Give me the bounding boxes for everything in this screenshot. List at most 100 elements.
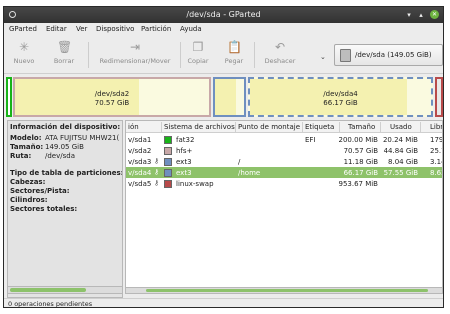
mountpoint-cell: / xyxy=(238,158,241,166)
table-row[interactable]: v/sda1 fat32 EFI 200.00 MiB 20.24 MiB 179.76 xyxy=(126,134,442,145)
minimize-icon[interactable]: ▾ xyxy=(405,11,413,19)
copy-label: Copiar xyxy=(187,57,209,65)
table-header: ión Sistema de archivos Punto de montaje… xyxy=(126,121,442,133)
toolbar: ✳ Nuevo 🗑 Borrar ⇥ Redimensionar/Mover ❐… xyxy=(4,36,443,74)
menu-gparted[interactable]: GParted xyxy=(9,25,37,33)
maximize-icon[interactable]: ▴ xyxy=(417,11,425,19)
new-button[interactable]: ✳ Nuevo xyxy=(10,38,38,72)
new-label: Nuevo xyxy=(13,57,35,65)
free-cell: 3.14 xyxy=(430,158,442,166)
key-icon: ⚷ xyxy=(154,168,160,176)
column-free[interactable]: Libr xyxy=(430,123,442,131)
undo-button[interactable]: ↶ Deshacer xyxy=(260,38,300,72)
info-panel-scrollbar[interactable] xyxy=(7,286,123,294)
delete-button[interactable]: 🗑 Borrar xyxy=(48,38,80,72)
menu-partition[interactable]: Partición xyxy=(141,25,171,33)
filesystem-color-swatch xyxy=(164,158,172,166)
partition-block-sda2[interactable]: /dev/sda2 70.57 GiB xyxy=(13,77,211,117)
column-used[interactable]: Usado xyxy=(390,123,412,131)
partition-block-sda3[interactable] xyxy=(213,77,246,117)
partition-block-name: /dev/sda4 xyxy=(323,90,358,98)
resize-icon: ⇥ xyxy=(129,40,141,54)
key-icon: ⚷ xyxy=(154,179,160,187)
size-cell: 70.57 GiB xyxy=(343,147,378,155)
column-label[interactable]: Etiqueta xyxy=(305,123,334,131)
table-row[interactable]: v/sda3 ext3 / 11.18 GiB 8.04 GiB 3.14 ⚷ xyxy=(126,156,442,167)
usage-fill xyxy=(215,79,236,115)
filesystem-cell: ext3 xyxy=(176,169,192,177)
model-label: Modelo: xyxy=(10,134,42,142)
resize-move-button[interactable]: ⇥ Redimensionar/Mover xyxy=(94,38,176,72)
table-type-label: Tipo de tabla de particiones: xyxy=(10,169,123,177)
paste-button[interactable]: 📋 Pegar xyxy=(220,38,248,72)
filesystem-cell: linux-swap xyxy=(176,180,214,188)
total-sectors-label: Sectores totales: xyxy=(10,205,78,213)
size-cell: 66.17 GiB xyxy=(343,169,378,177)
sectors-track-label: Sectores/Pista: xyxy=(10,187,70,195)
resize-label: Redimensionar/Mover xyxy=(99,57,171,65)
partition-map: /dev/sda2 70.57 GiB /dev/sda4 66.17 GiB xyxy=(6,76,443,118)
filesystem-color-swatch xyxy=(164,180,172,188)
heads-label: Cabezas: xyxy=(10,178,46,186)
partition-table: ión Sistema de archivos Punto de montaje… xyxy=(125,120,443,292)
toolbar-separator xyxy=(180,42,181,68)
pending-operations: 0 operaciones pendientes xyxy=(8,300,93,308)
table-row[interactable]: v/sda2 hfs+ 70.57 GiB 44.84 GiB 25.73 xyxy=(126,145,442,156)
copy-icon: ❐ xyxy=(192,40,204,54)
new-icon: ✳ xyxy=(18,40,30,54)
paste-label: Pegar xyxy=(224,57,244,65)
status-bar: 0 operaciones pendientes xyxy=(4,298,443,307)
column-filesystem[interactable]: Sistema de archivos xyxy=(164,123,235,131)
model-row: Modelo: ATA FUJITSU MHW21( xyxy=(10,134,119,142)
cylinders-label: Cilindros: xyxy=(10,196,48,204)
free-cell: 25.73 xyxy=(430,147,442,155)
partition-cell: v/sda3 xyxy=(128,158,152,166)
label-cell: EFI xyxy=(305,136,316,144)
device-info-heading: Información del dispositivo: xyxy=(10,123,121,131)
free-cell: 179.76 xyxy=(430,136,443,144)
menu-view[interactable]: Ver xyxy=(76,25,87,33)
filesystem-cell: fat32 xyxy=(176,136,195,144)
close-icon[interactable]: ✕ xyxy=(430,10,439,19)
menu-device[interactable]: Dispositivo xyxy=(96,25,134,33)
column-size[interactable]: Tamaño xyxy=(348,123,375,131)
free-cell: 8.62 xyxy=(430,169,442,177)
column-mountpoint[interactable]: Punto de montaje xyxy=(238,123,300,131)
chevron-down-icon[interactable]: ⌄ xyxy=(320,53,326,61)
gparted-window: /dev/sda - GParted ▾ ▴ ✕ GParted Editar … xyxy=(3,6,444,308)
window-title: /dev/sda - GParted xyxy=(186,10,261,19)
partition-block-size: 66.17 GiB xyxy=(323,99,358,107)
device-selector[interactable]: /dev/sda (149.05 GiB) xyxy=(334,44,443,66)
partition-block-name: /dev/sda2 xyxy=(94,90,130,98)
model-value: ATA FUJITSU MHW21( xyxy=(45,134,120,142)
partition-block-sda5[interactable] xyxy=(435,77,443,117)
undo-icon: ↶ xyxy=(274,40,286,54)
used-cell: 57.55 GiB xyxy=(383,169,418,177)
used-cell: 44.84 GiB xyxy=(383,147,418,155)
scrollbar-thumb[interactable] xyxy=(146,289,428,292)
key-icon: ⚷ xyxy=(154,157,160,165)
partition-cell: v/sda2 xyxy=(128,147,152,155)
column-partition[interactable]: ión xyxy=(128,123,139,131)
used-cell: 8.04 GiB xyxy=(388,158,418,166)
table-row[interactable]: v/sda5 linux-swap 953.67 MiB ⚷ xyxy=(126,178,442,189)
hard-disk-icon xyxy=(340,49,351,62)
partition-block-sda1[interactable] xyxy=(6,77,12,117)
menu-edit[interactable]: Editar xyxy=(46,25,67,33)
delete-label: Borrar xyxy=(53,57,75,65)
filesystem-color-swatch xyxy=(164,169,172,177)
copy-button[interactable]: ❐ Copiar xyxy=(184,38,212,72)
title-bar: /dev/sda - GParted ▾ ▴ ✕ xyxy=(4,7,443,23)
partition-block-sda4[interactable]: /dev/sda4 66.17 GiB xyxy=(248,77,433,117)
paste-icon: 📋 xyxy=(227,40,242,54)
partition-cell: v/sda1 xyxy=(128,136,152,144)
table-scrollbar[interactable] xyxy=(125,287,443,294)
filesystem-cell: ext3 xyxy=(176,158,192,166)
scrollbar-thumb[interactable] xyxy=(10,288,86,292)
toolbar-separator xyxy=(88,42,89,68)
table-row[interactable]: v/sda4 ext3/home 66.17 GiB 57.55 GiB 8.62 ⚷ xyxy=(126,167,442,178)
size-cell: 953.67 MiB xyxy=(338,180,378,188)
menu-help[interactable]: Ayuda xyxy=(180,25,202,33)
size-row: Tamaño: 149.05 GiB xyxy=(10,143,84,151)
device-info-panel: Información del dispositivo: Modelo: ATA … xyxy=(7,120,123,298)
